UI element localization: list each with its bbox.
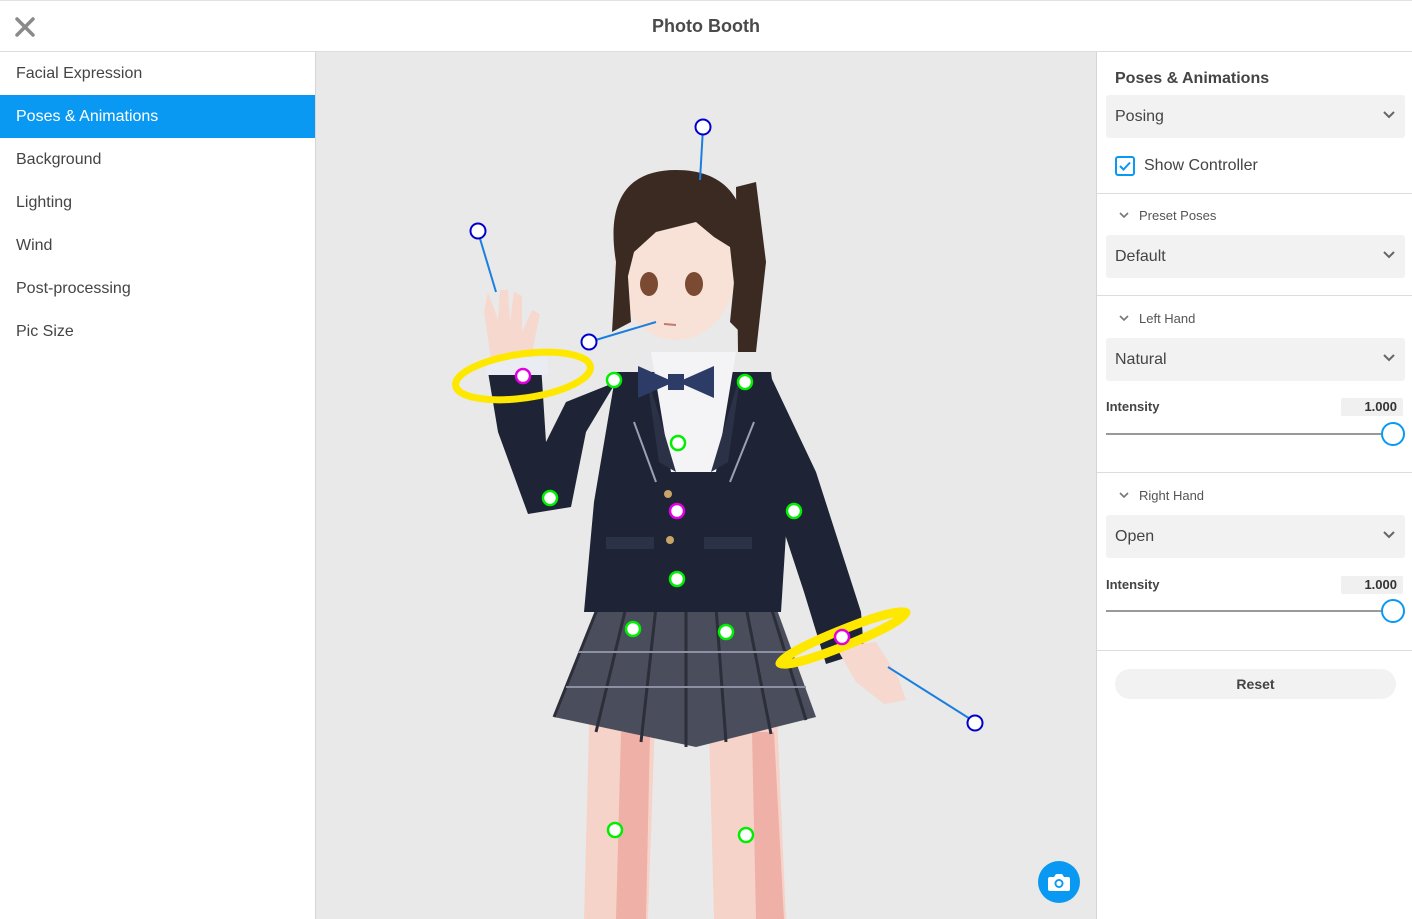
chevron-down-icon — [1119, 491, 1129, 498]
sidebar-item-wind[interactable]: Wind — [0, 224, 315, 267]
mode-select[interactable]: Posing — [1106, 95, 1405, 138]
chevron-down-icon — [1383, 111, 1395, 119]
preset-poses-value: Default — [1115, 248, 1166, 265]
left-hand-ik-handle[interactable] — [469, 222, 487, 240]
panel-title: Poses & Animations — [1115, 70, 1270, 87]
sidebar-item-poses-animations[interactable]: Poses & Animations — [0, 95, 315, 138]
avatar-jacket — [584, 352, 788, 612]
right-hand-label: Right Hand — [1139, 487, 1205, 503]
right-hand-ik-handle[interactable] — [966, 714, 984, 732]
show-controller-label: Show Controller — [1144, 157, 1258, 174]
camera-button[interactable] — [1038, 861, 1080, 903]
checkbox-box[interactable] — [1115, 156, 1135, 176]
spine-controller[interactable] — [668, 502, 686, 520]
right-hand-section-toggle[interactable]: Right Hand — [1119, 485, 1204, 505]
page-title: Photo Booth — [652, 16, 760, 36]
reset-button[interactable]: Reset — [1115, 669, 1396, 699]
face-handle[interactable] — [580, 333, 598, 351]
left-wrist-controller[interactable] — [514, 367, 532, 385]
mode-select-value: Posing — [1115, 108, 1164, 125]
left-hand-intensity-track[interactable] — [1106, 433, 1393, 435]
show-controller-checkbox[interactable]: Show Controller — [1115, 154, 1258, 178]
chevron-down-icon — [1383, 251, 1395, 259]
right-hand-intensity-track[interactable] — [1106, 610, 1393, 612]
left-hand-intensity-label: Intensity — [1106, 399, 1160, 414]
check-icon — [1119, 161, 1131, 171]
sidebar-item-background[interactable]: Background — [0, 138, 315, 181]
joint-left-knee[interactable] — [606, 821, 624, 839]
left-hand-label: Left Hand — [1139, 310, 1196, 326]
chevron-down-icon — [1383, 354, 1395, 362]
right-wrist-controller[interactable] — [833, 628, 851, 646]
joint-left-shoulder[interactable] — [605, 371, 623, 389]
joint-chest[interactable] — [669, 434, 687, 452]
divider — [1097, 472, 1412, 473]
left-hand-intensity-thumb[interactable] — [1381, 422, 1405, 446]
preset-poses-select[interactable]: Default — [1106, 235, 1405, 278]
left-hand-intensity-value[interactable]: 1.000 — [1341, 398, 1403, 416]
joint-left-elbow[interactable] — [541, 489, 559, 507]
preset-poses-section-toggle[interactable]: Preset Poses — [1119, 205, 1216, 225]
poses-panel: Poses & Animations Posing Show Controlle… — [1096, 52, 1412, 919]
head-look-handle[interactable] — [694, 118, 712, 136]
avatar-scene — [452, 118, 984, 919]
divider — [1097, 650, 1412, 651]
joint-hips[interactable] — [668, 570, 686, 588]
divider — [1097, 193, 1412, 194]
divider — [1097, 295, 1412, 296]
right-hand-select[interactable]: Open — [1106, 515, 1405, 558]
sidebar: Facial Expression Poses & Animations Bac… — [0, 52, 316, 919]
chevron-down-icon — [1383, 531, 1395, 539]
joint-right-elbow[interactable] — [785, 502, 803, 520]
joint-right-hip[interactable] — [717, 623, 735, 641]
camera-icon — [1048, 874, 1070, 891]
avatar-viewport[interactable] — [316, 52, 1096, 919]
joint-left-hip[interactable] — [624, 620, 642, 638]
avatar-head — [612, 170, 766, 352]
chevron-down-icon — [1119, 211, 1129, 218]
sidebar-item-post-processing[interactable]: Post-processing — [0, 267, 315, 310]
right-hand-value: Open — [1115, 528, 1155, 545]
preset-poses-label: Preset Poses — [1139, 207, 1217, 223]
left-hand-section-toggle[interactable]: Left Hand — [1119, 308, 1195, 328]
chevron-down-icon — [1119, 314, 1129, 321]
right-hand-intensity-label: Intensity — [1106, 577, 1160, 592]
joint-right-knee[interactable] — [737, 826, 755, 844]
joint-right-shoulder[interactable] — [736, 373, 754, 391]
sidebar-item-lighting[interactable]: Lighting — [0, 181, 315, 224]
right-hand-intensity-thumb[interactable] — [1381, 599, 1405, 623]
sidebar-item-pic-size[interactable]: Pic Size — [0, 310, 315, 353]
header: Photo Booth — [0, 0, 1412, 52]
right-hand-intensity-value[interactable]: 1.000 — [1341, 576, 1403, 594]
sidebar-item-facial-expression[interactable]: Facial Expression — [0, 52, 315, 95]
left-hand-select[interactable]: Natural — [1106, 338, 1405, 381]
left-hand-value: Natural — [1115, 351, 1167, 368]
